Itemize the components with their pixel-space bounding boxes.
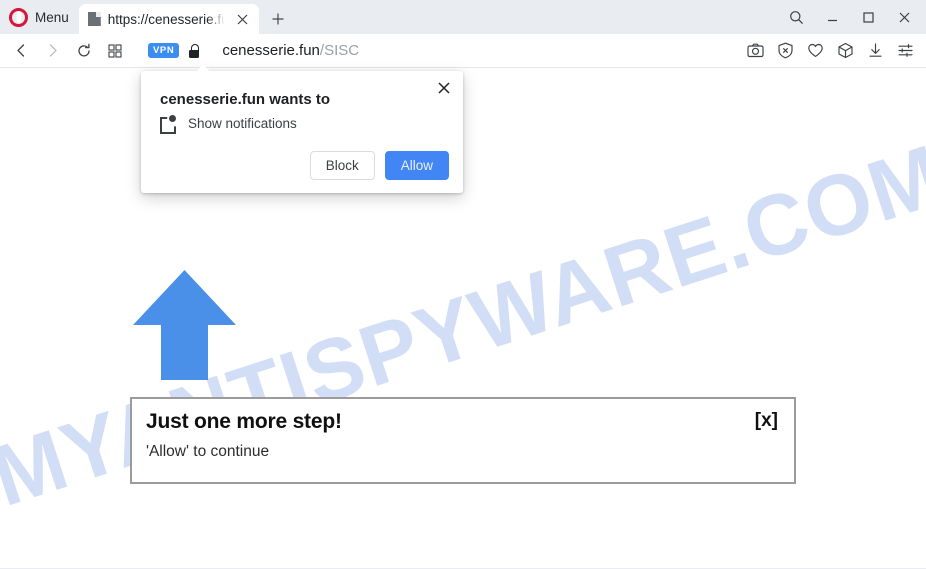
address-bar[interactable]: VPN cenesserie.fun/SISC: [148, 42, 742, 59]
dialog-close-icon[interactable]: [435, 79, 453, 97]
browser-tab-active[interactable]: https://cenesserie.fun: [78, 4, 259, 34]
opera-menu-button[interactable]: Menu: [0, 0, 79, 34]
tab-strip: Menu https://cenesserie.fun: [0, 0, 926, 34]
vpn-badge[interactable]: VPN: [148, 43, 180, 58]
favorite-icon[interactable]: [802, 38, 828, 64]
content-box-subtitle: 'Allow' to continue: [146, 443, 270, 460]
menu-button-label: Menu: [35, 9, 69, 25]
adblock-icon[interactable]: [772, 38, 798, 64]
notification-icon: [160, 115, 177, 132]
reload-icon[interactable]: [68, 37, 99, 65]
permission-label: Show notifications: [188, 116, 297, 131]
forward-arrow-icon: [37, 37, 68, 65]
tab-close-icon[interactable]: [233, 9, 253, 29]
page-viewport: MYANTISPYWARE.COM Just one more step! [x…: [0, 68, 926, 569]
toolbar-tools: [742, 38, 926, 64]
back-arrow-icon[interactable]: [6, 37, 37, 65]
url-domain: cenesserie.fun: [222, 42, 320, 59]
url-path: /SISC: [319, 42, 360, 59]
search-icon[interactable]: [778, 3, 814, 31]
navigation-toolbar: VPN cenesserie.fun/SISC: [0, 34, 926, 68]
snapshot-icon[interactable]: [742, 38, 768, 64]
block-button[interactable]: Block: [309, 150, 375, 180]
minimize-icon[interactable]: [814, 3, 850, 31]
blue-up-arrow-icon: [131, 268, 238, 382]
fake-notification-box: Just one more step! [x] 'Allow' to conti…: [130, 397, 796, 484]
lock-icon[interactable]: [187, 43, 200, 58]
opera-browser-window: Menu https://cenesserie.fun VPN cenesser…: [0, 0, 926, 569]
content-box-close-button[interactable]: [x]: [755, 410, 778, 432]
dialog-actions: Block Allow: [309, 150, 449, 180]
allow-button[interactable]: Allow: [384, 150, 449, 180]
easy-setup-icon[interactable]: [892, 38, 918, 64]
new-tab-button[interactable]: [268, 9, 288, 29]
tab-title: https://cenesserie.fun: [107, 11, 226, 27]
extensions-icon[interactable]: [832, 38, 858, 64]
opera-logo-icon: [9, 7, 28, 27]
notification-permission-dialog: cenesserie.fun wants to Show notificatio…: [141, 64, 463, 193]
url-text: cenesserie.fun/SISC: [222, 42, 359, 59]
window-controls: [778, 0, 926, 34]
permission-row: Show notifications: [141, 108, 463, 132]
content-box-header: Just one more step! [x]: [146, 410, 778, 434]
downloads-icon[interactable]: [862, 38, 888, 64]
content-box-title: Just one more step!: [146, 410, 342, 433]
dialog-title: cenesserie.fun wants to: [160, 91, 331, 108]
grid-icon[interactable]: [99, 37, 130, 65]
maximize-icon[interactable]: [850, 3, 886, 31]
page-icon: [88, 12, 101, 26]
close-icon[interactable]: [886, 3, 922, 31]
